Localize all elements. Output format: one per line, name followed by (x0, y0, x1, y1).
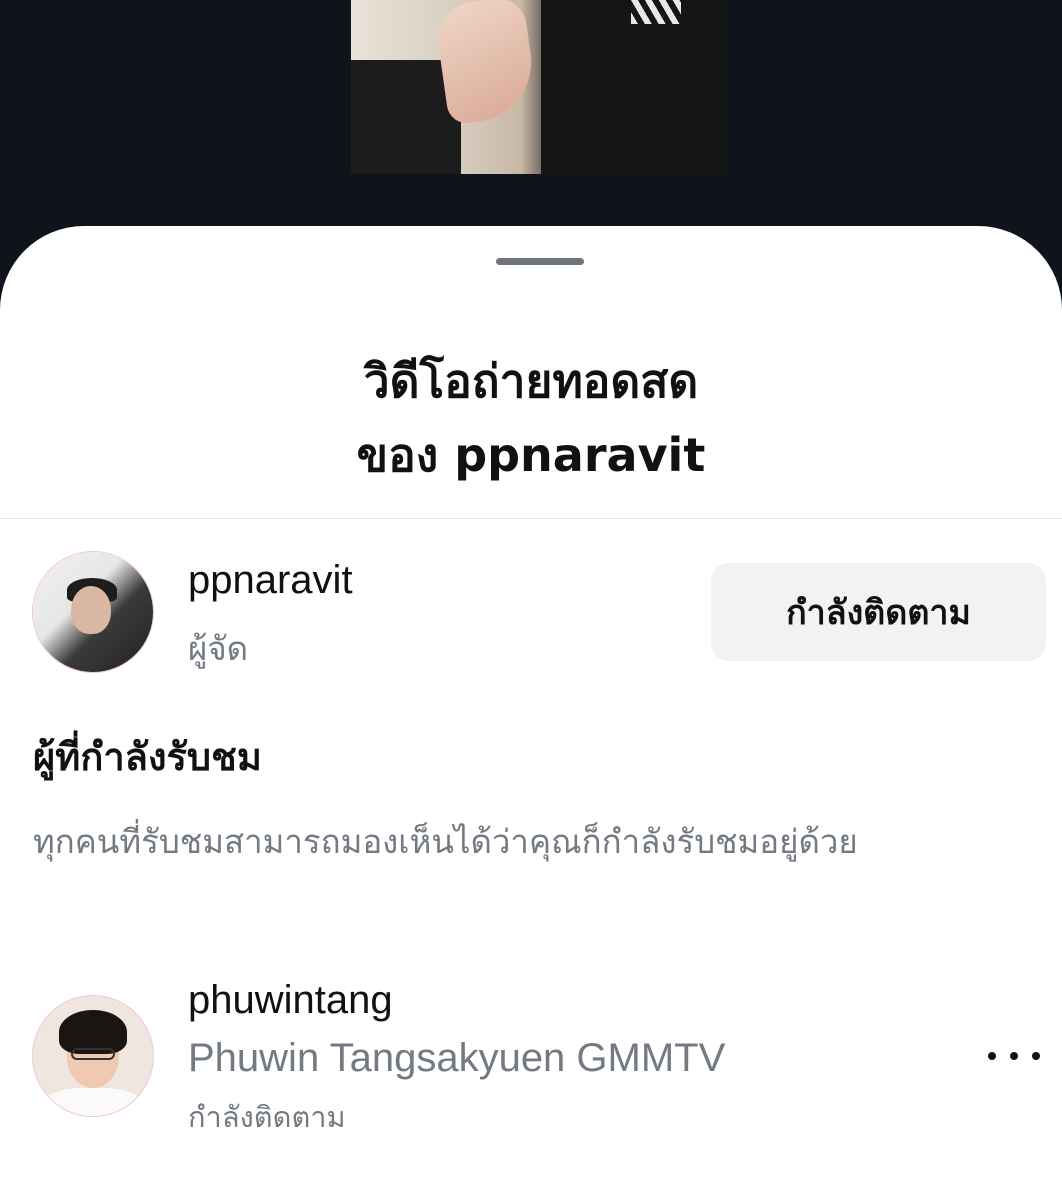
more-dot (1032, 1052, 1040, 1060)
host-role-label: ผู้จัด (188, 629, 249, 668)
viewer-avatar[interactable] (33, 996, 153, 1116)
sheet-title-line2: ของ ppnaravit (356, 428, 706, 482)
viewer-username[interactable]: phuwintang (188, 978, 393, 1023)
viewer-avatar-glasses (71, 1048, 115, 1060)
host-avatar[interactable] (33, 552, 153, 672)
thumbnail-hand (433, 0, 539, 126)
viewer-follow-status: กำลังติดตาม (188, 1100, 346, 1134)
live-viewers-screen: วิดีโอถ่ายทอดสด ของ ppnaravit ppnaravit … (0, 0, 1062, 1184)
viewers-heading: ผู้ที่กำลังรับชม (33, 735, 262, 779)
more-dot (988, 1052, 996, 1060)
title-divider (0, 518, 1062, 519)
thumbnail-figure-right (541, 0, 729, 174)
sheet-grabber-handle[interactable] (496, 258, 584, 265)
sheet-title-line1: วิดีโอถ่ายทอดสด (363, 354, 699, 408)
host-avatar-face (71, 586, 111, 634)
more-dot (1010, 1052, 1018, 1060)
viewers-description: ทุกคนที่รับชมสามารถมองเห็นได้ว่าคุณก็กำล… (33, 822, 858, 861)
live-video-thumbnail (351, 0, 729, 174)
more-horizontal-icon[interactable] (984, 1032, 1044, 1080)
sheet-title: วิดีโอถ่ายทอดสด ของ ppnaravit (0, 344, 1062, 492)
host-username[interactable]: ppnaravit (188, 558, 353, 603)
following-button[interactable]: กำลังติดตาม (711, 563, 1046, 661)
viewer-avatar-shirt (43, 1088, 143, 1116)
bottom-sheet: วิดีโอถ่ายทอดสด ของ ppnaravit ppnaravit … (0, 226, 1062, 1184)
thumbnail-collar-stripes (631, 0, 681, 24)
viewer-full-name: Phuwin Tangsakyuen GMMTV (188, 1036, 726, 1080)
